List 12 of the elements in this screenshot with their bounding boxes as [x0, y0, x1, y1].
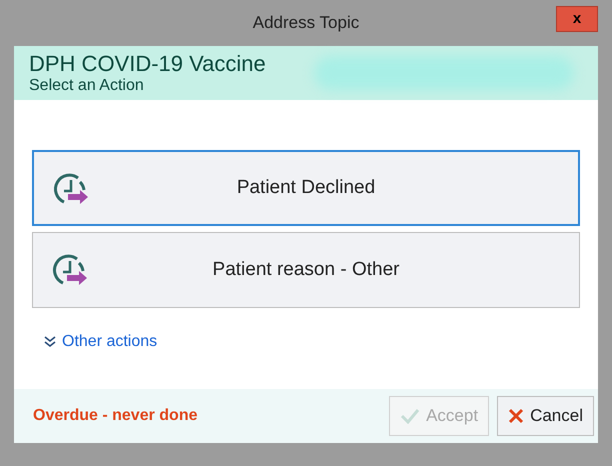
action-button[interactable]: Patient Declined: [32, 150, 580, 226]
double-chevron-icon: [44, 336, 56, 348]
status-text: Overdue - never done: [33, 406, 198, 426]
cancel-button[interactable]: Cancel: [497, 396, 594, 436]
close-icon: [508, 408, 524, 424]
topic-title: DPH COVID-19 Vaccine: [29, 52, 266, 76]
close-button[interactable]: x: [556, 6, 598, 32]
window-title: Address Topic: [252, 12, 360, 34]
check-icon: [400, 408, 420, 424]
action-button[interactable]: Patient reason - Other: [32, 232, 580, 308]
topic-subtitle: Select an Action: [29, 76, 144, 96]
other-actions-link[interactable]: Other actions: [44, 330, 158, 354]
